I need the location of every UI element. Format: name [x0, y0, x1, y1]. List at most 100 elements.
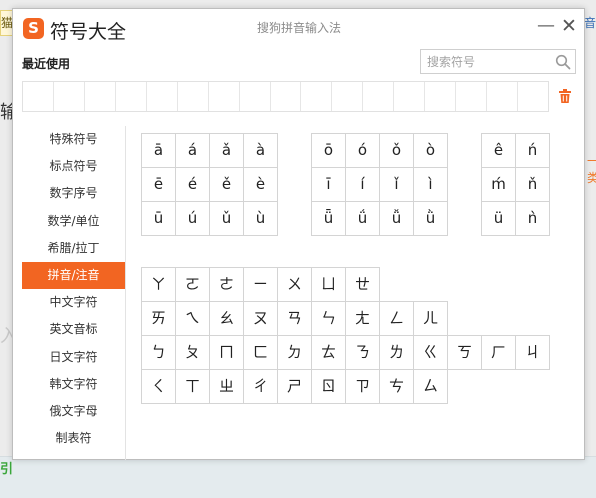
symbol-cell[interactable]: ㄏ: [482, 336, 516, 370]
recent-slot[interactable]: [85, 82, 116, 111]
symbol-cell[interactable]: ㄚ: [142, 268, 176, 302]
symbol-cell[interactable]: í: [346, 168, 380, 202]
sidebar-item-math-units[interactable]: 数学/单位: [22, 208, 125, 235]
recent-slot[interactable]: [332, 82, 364, 111]
symbol-cell[interactable]: ê: [482, 134, 516, 168]
symbol-cell[interactable]: ò: [414, 134, 448, 168]
symbol-cell[interactable]: ǒ: [380, 134, 414, 168]
symbol-cell[interactable]: ㄥ: [380, 302, 414, 336]
symbol-cell[interactable]: ó: [346, 134, 380, 168]
recent-slot[interactable]: [487, 82, 518, 111]
symbol-cell[interactable]: ì: [414, 168, 448, 202]
symbol-cell[interactable]: ù: [244, 202, 278, 236]
symbol-cell[interactable]: ㄞ: [142, 302, 176, 336]
symbol-cell[interactable]: è: [244, 168, 278, 202]
minimize-button[interactable]: —: [537, 15, 555, 37]
symbol-cell[interactable]: ā: [142, 134, 176, 168]
recent-slot[interactable]: [240, 82, 271, 111]
symbol-cell[interactable]: ō: [312, 134, 346, 168]
symbol-cell[interactable]: ㄗ: [346, 370, 380, 404]
symbol-cell[interactable]: ㄖ: [312, 370, 346, 404]
symbol-cell[interactable]: ㄅ: [142, 336, 176, 370]
symbol-cell[interactable]: ㄋ: [346, 336, 380, 370]
symbol-cell[interactable]: ḿ: [482, 168, 516, 202]
symbol-cell[interactable]: ǜ: [414, 202, 448, 236]
symbol-cell[interactable]: ㄆ: [176, 336, 210, 370]
recent-slot[interactable]: [456, 82, 488, 111]
symbol-cell[interactable]: ㄧ: [244, 268, 278, 302]
symbol-cell[interactable]: ㄦ: [414, 302, 448, 336]
symbol-cell[interactable]: ǖ: [312, 202, 346, 236]
symbol-cell[interactable]: ㄎ: [448, 336, 482, 370]
symbol-cell[interactable]: ㄡ: [244, 302, 278, 336]
symbol-cell[interactable]: ㄒ: [176, 370, 210, 404]
sidebar-item-numbers[interactable]: 数字序号: [22, 180, 125, 207]
recent-slot[interactable]: [116, 82, 147, 111]
symbol-cell[interactable]: ㄔ: [244, 370, 278, 404]
sidebar-item-english-phonetics[interactable]: 英文音标: [22, 316, 125, 343]
symbol-cell[interactable]: ㄐ: [516, 336, 550, 370]
symbol-cell[interactable]: ㄕ: [278, 370, 312, 404]
symbol-cell[interactable]: ㄛ: [176, 268, 210, 302]
symbol-cell[interactable]: ㄣ: [312, 302, 346, 336]
recent-slot[interactable]: [271, 82, 302, 111]
symbol-cell[interactable]: ㄘ: [380, 370, 414, 404]
sidebar-item-punctuation[interactable]: 标点符号: [22, 153, 125, 180]
symbol-cell[interactable]: ㄍ: [414, 336, 448, 370]
symbol-cell[interactable]: ㄉ: [278, 336, 312, 370]
recent-slot[interactable]: [209, 82, 240, 111]
symbol-cell[interactable]: ü: [482, 202, 516, 236]
recent-slot[interactable]: [23, 82, 54, 111]
symbol-cell[interactable]: ǹ: [516, 202, 550, 236]
recent-slot[interactable]: [425, 82, 457, 111]
recent-slot[interactable]: [54, 82, 85, 111]
symbol-cell[interactable]: ī: [312, 168, 346, 202]
recent-slot[interactable]: [363, 82, 395, 111]
symbol-cell[interactable]: à: [244, 134, 278, 168]
symbol-cell[interactable]: ㄝ: [346, 268, 380, 302]
symbol-cell[interactable]: ㄑ: [142, 370, 176, 404]
symbol-cell[interactable]: ㄙ: [414, 370, 448, 404]
symbol-cell[interactable]: ㄊ: [312, 336, 346, 370]
symbol-cell[interactable]: ㄠ: [210, 302, 244, 336]
symbol-cell[interactable]: ㄢ: [278, 302, 312, 336]
recent-slot[interactable]: [301, 82, 333, 111]
symbol-cell[interactable]: ㄈ: [244, 336, 278, 370]
symbol-cell[interactable]: ǎ: [210, 134, 244, 168]
sidebar-item-korean[interactable]: 韩文字符: [22, 371, 125, 398]
sidebar-item-pinyin-zhuyin[interactable]: 拼音/注音: [22, 261, 125, 290]
symbol-cell[interactable]: ū: [142, 202, 176, 236]
sidebar-item-special-symbols[interactable]: 特殊符号: [22, 126, 125, 153]
symbol-cell[interactable]: ㄨ: [278, 268, 312, 302]
sidebar-item-greek-latin[interactable]: 希腊/拉丁: [22, 235, 125, 262]
recent-slot[interactable]: [147, 82, 178, 111]
symbol-cell[interactable]: ń: [516, 134, 550, 168]
search-box[interactable]: [420, 49, 576, 74]
symbol-cell[interactable]: ㄤ: [346, 302, 380, 336]
search-icon[interactable]: [555, 54, 571, 70]
search-input[interactable]: [421, 50, 549, 73]
trash-icon[interactable]: [557, 88, 573, 104]
close-button[interactable]: ✕: [560, 15, 578, 37]
symbol-cell[interactable]: ǘ: [346, 202, 380, 236]
symbol-cell[interactable]: ē: [142, 168, 176, 202]
symbol-cell[interactable]: ㄜ: [210, 268, 244, 302]
symbol-cell[interactable]: ú: [176, 202, 210, 236]
symbol-cell[interactable]: ㄩ: [312, 268, 346, 302]
symbol-cell[interactable]: ㄌ: [380, 336, 414, 370]
symbol-cell[interactable]: ě: [210, 168, 244, 202]
recent-slot[interactable]: [394, 82, 426, 111]
recent-slot[interactable]: [518, 82, 548, 111]
symbol-cell[interactable]: ㄟ: [176, 302, 210, 336]
sidebar-item-box-drawing[interactable]: 制表符: [22, 425, 125, 452]
symbol-cell[interactable]: ň: [516, 168, 550, 202]
sidebar-item-chinese-chars[interactable]: 中文字符: [22, 289, 125, 316]
title-bar[interactable]: S 符号大全 搜狗拼音输入法 — ✕: [13, 9, 584, 49]
symbol-cell[interactable]: ǐ: [380, 168, 414, 202]
symbol-cell[interactable]: ㄓ: [210, 370, 244, 404]
symbol-cell[interactable]: á: [176, 134, 210, 168]
symbol-cell[interactable]: ǚ: [380, 202, 414, 236]
symbol-cell[interactable]: ǔ: [210, 202, 244, 236]
sidebar-item-japanese[interactable]: 日文字符: [22, 344, 125, 371]
recent-slot[interactable]: [178, 82, 209, 111]
